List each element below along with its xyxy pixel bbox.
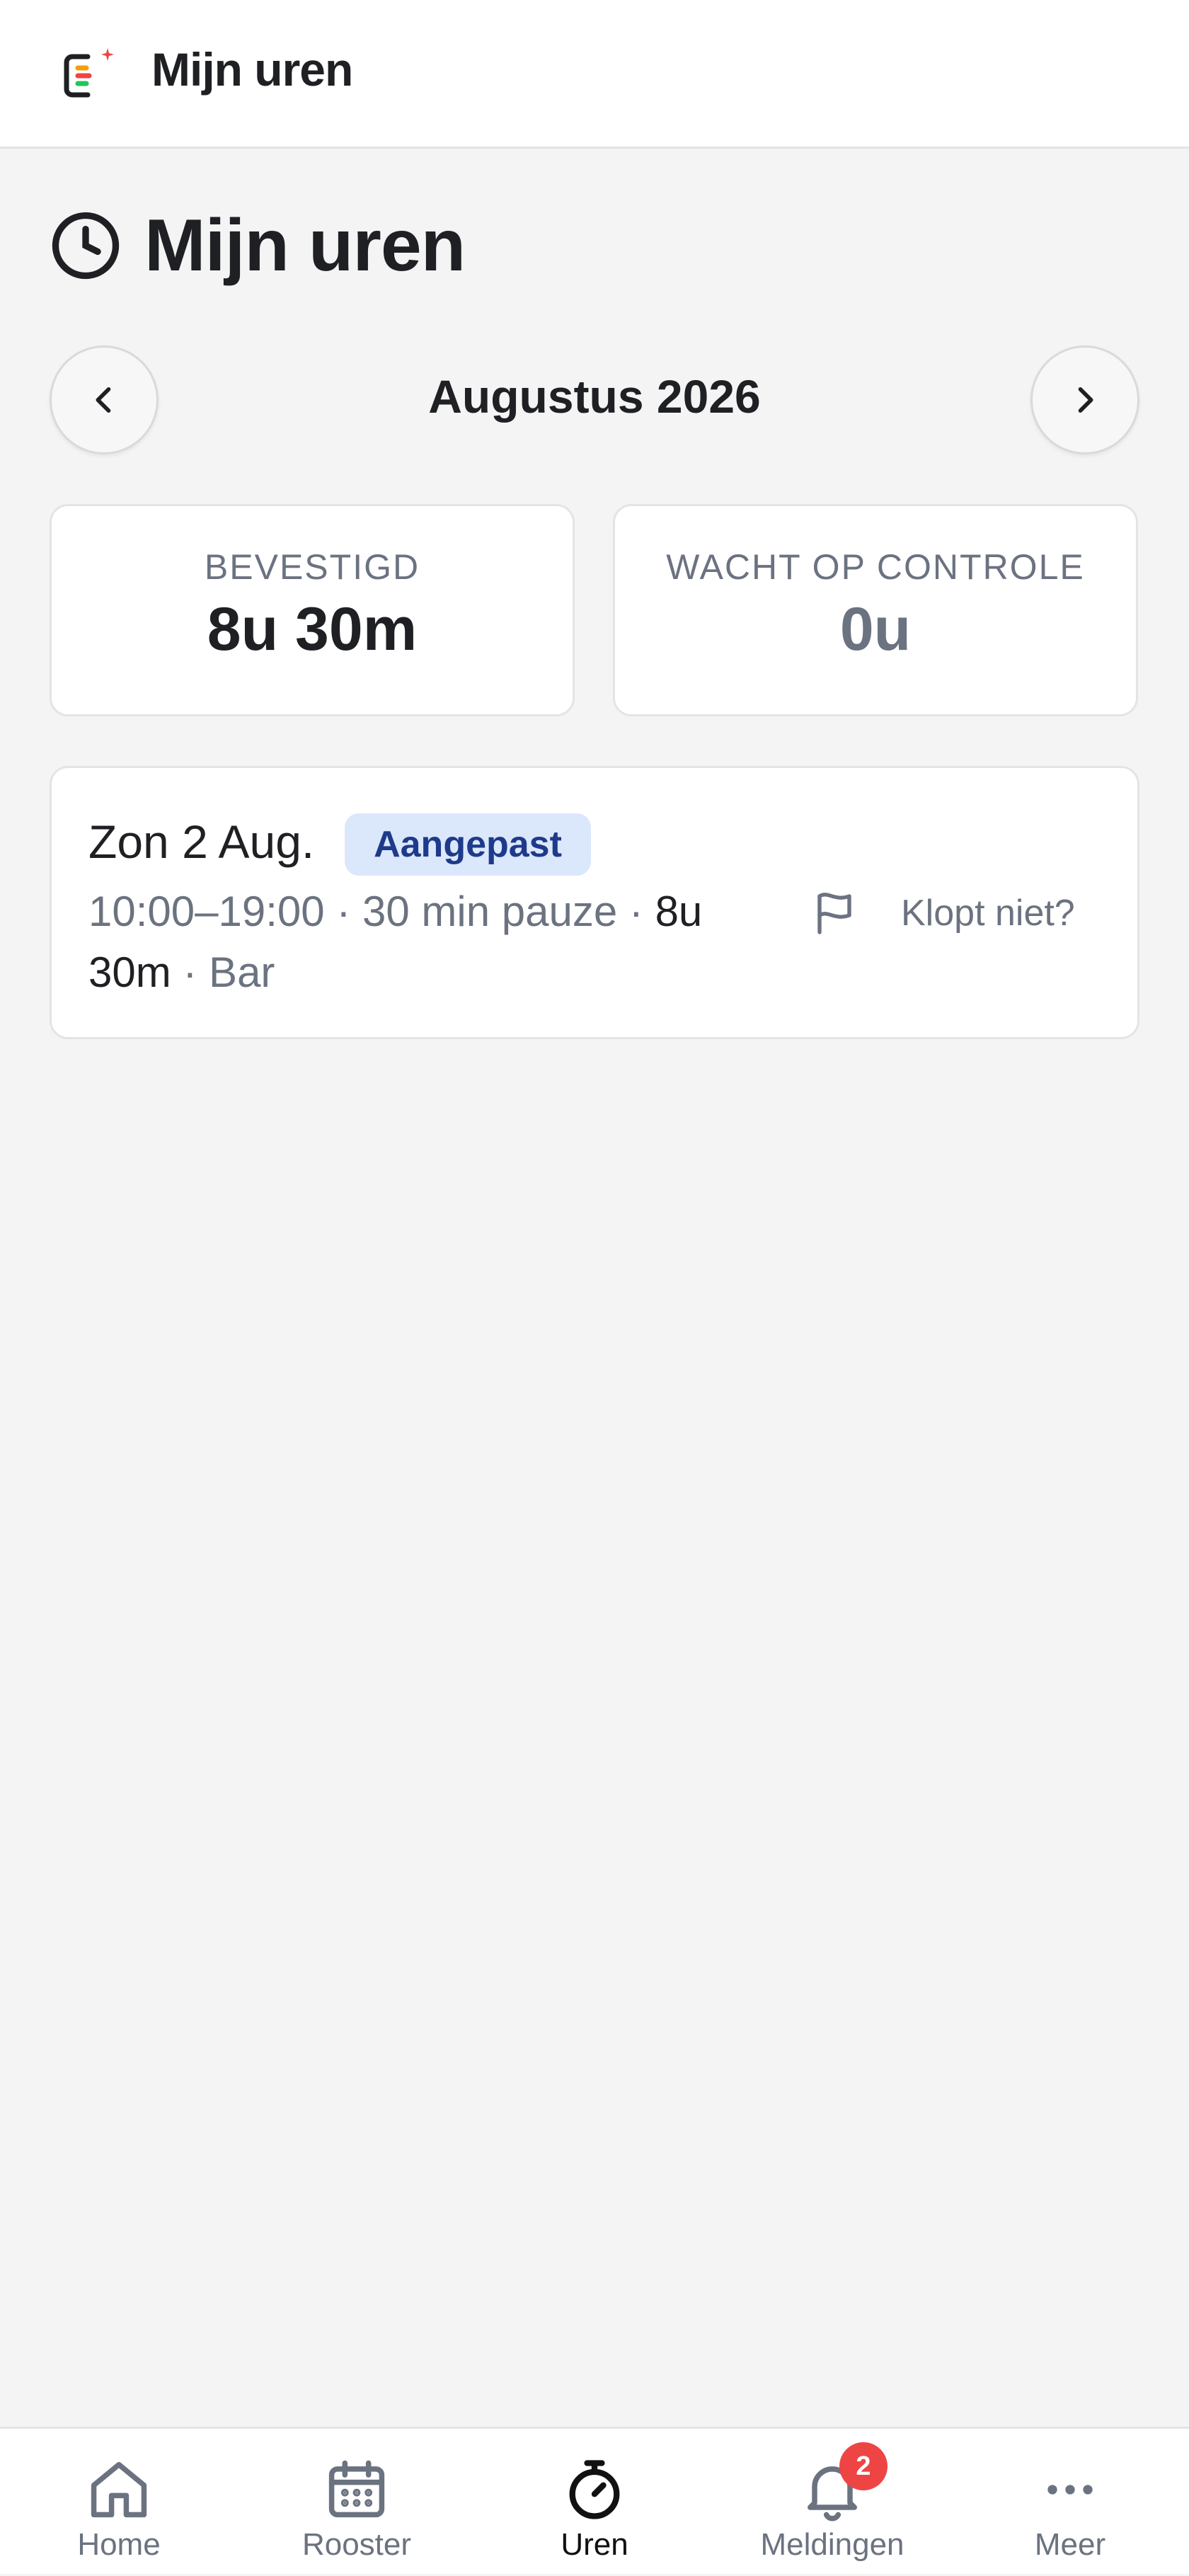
- pending-label: WACHT OP CONTROLE: [666, 547, 1085, 587]
- bottom-navigation: Home Rooster Uren Meldingen Meer: [0, 2427, 1189, 2574]
- pending-value: 0u: [839, 595, 912, 663]
- confirmed-value: 8u 30m: [207, 595, 418, 663]
- entry-time: 10:00–19:00: [88, 888, 325, 935]
- notification-count-badge: 2: [839, 2442, 888, 2490]
- entry-details: 10:00–19:00 · 30 min pauze · 8u 30m · Ba…: [88, 881, 768, 1003]
- stopwatch-icon: [569, 2460, 620, 2519]
- chevron-right-icon: [1078, 387, 1093, 413]
- tab-uren[interactable]: Uren: [476, 2429, 713, 2576]
- next-month-button[interactable]: [1030, 345, 1139, 454]
- tab-meldingen[interactable]: Meldingen: [713, 2429, 951, 2576]
- tab-rooster[interactable]: Rooster: [238, 2429, 476, 2576]
- page-title: Mijn uren: [144, 204, 466, 287]
- entry-pause: 30 min pauze: [362, 888, 618, 935]
- confirmed-hours-card: BEVESTIGD 8u 30m: [50, 504, 575, 716]
- entry-location: Bar: [209, 949, 275, 996]
- tab-meldingen-label: Meldingen: [760, 2527, 904, 2562]
- chevron-left-icon: [96, 387, 111, 413]
- confirmed-label: BEVESTIGD: [204, 547, 420, 587]
- more-icon: [1047, 2485, 1093, 2495]
- previous-month-button[interactable]: [50, 345, 159, 454]
- tab-home-label: Home: [77, 2527, 161, 2562]
- separator: ·: [617, 888, 655, 935]
- page-heading: Mijn uren: [50, 200, 466, 292]
- flag-icon: [817, 893, 851, 934]
- home-icon: [91, 2461, 147, 2518]
- report-issue-label: Klopt niet?: [901, 893, 1075, 934]
- separator: ·: [171, 949, 209, 996]
- tab-uren-label: Uren: [561, 2527, 628, 2562]
- entry-date: Zon 2 Aug.: [88, 815, 315, 868]
- shift-entry-card: Zon 2 Aug. Aangepast 10:00–19:00 · 30 mi…: [50, 766, 1139, 1039]
- top-bar: Mijn uren: [0, 0, 1189, 149]
- app-logo-icon: [64, 48, 114, 98]
- tab-meer[interactable]: Meer: [951, 2429, 1189, 2576]
- report-issue-button[interactable]: Klopt niet?: [809, 874, 1075, 952]
- app-title: Mijn uren: [151, 43, 353, 96]
- clock-icon: [52, 212, 120, 280]
- tab-home[interactable]: Home: [0, 2429, 238, 2576]
- tab-meer-label: Meer: [1034, 2527, 1106, 2562]
- separator: ·: [324, 888, 362, 935]
- calendar-icon: [328, 2460, 385, 2518]
- pending-hours-card: WACHT OP CONTROLE 0u: [613, 504, 1138, 716]
- status-badge: Aangepast: [345, 813, 591, 876]
- month-label: Augustus 2026: [428, 370, 761, 423]
- tab-rooster-label: Rooster: [301, 2527, 412, 2562]
